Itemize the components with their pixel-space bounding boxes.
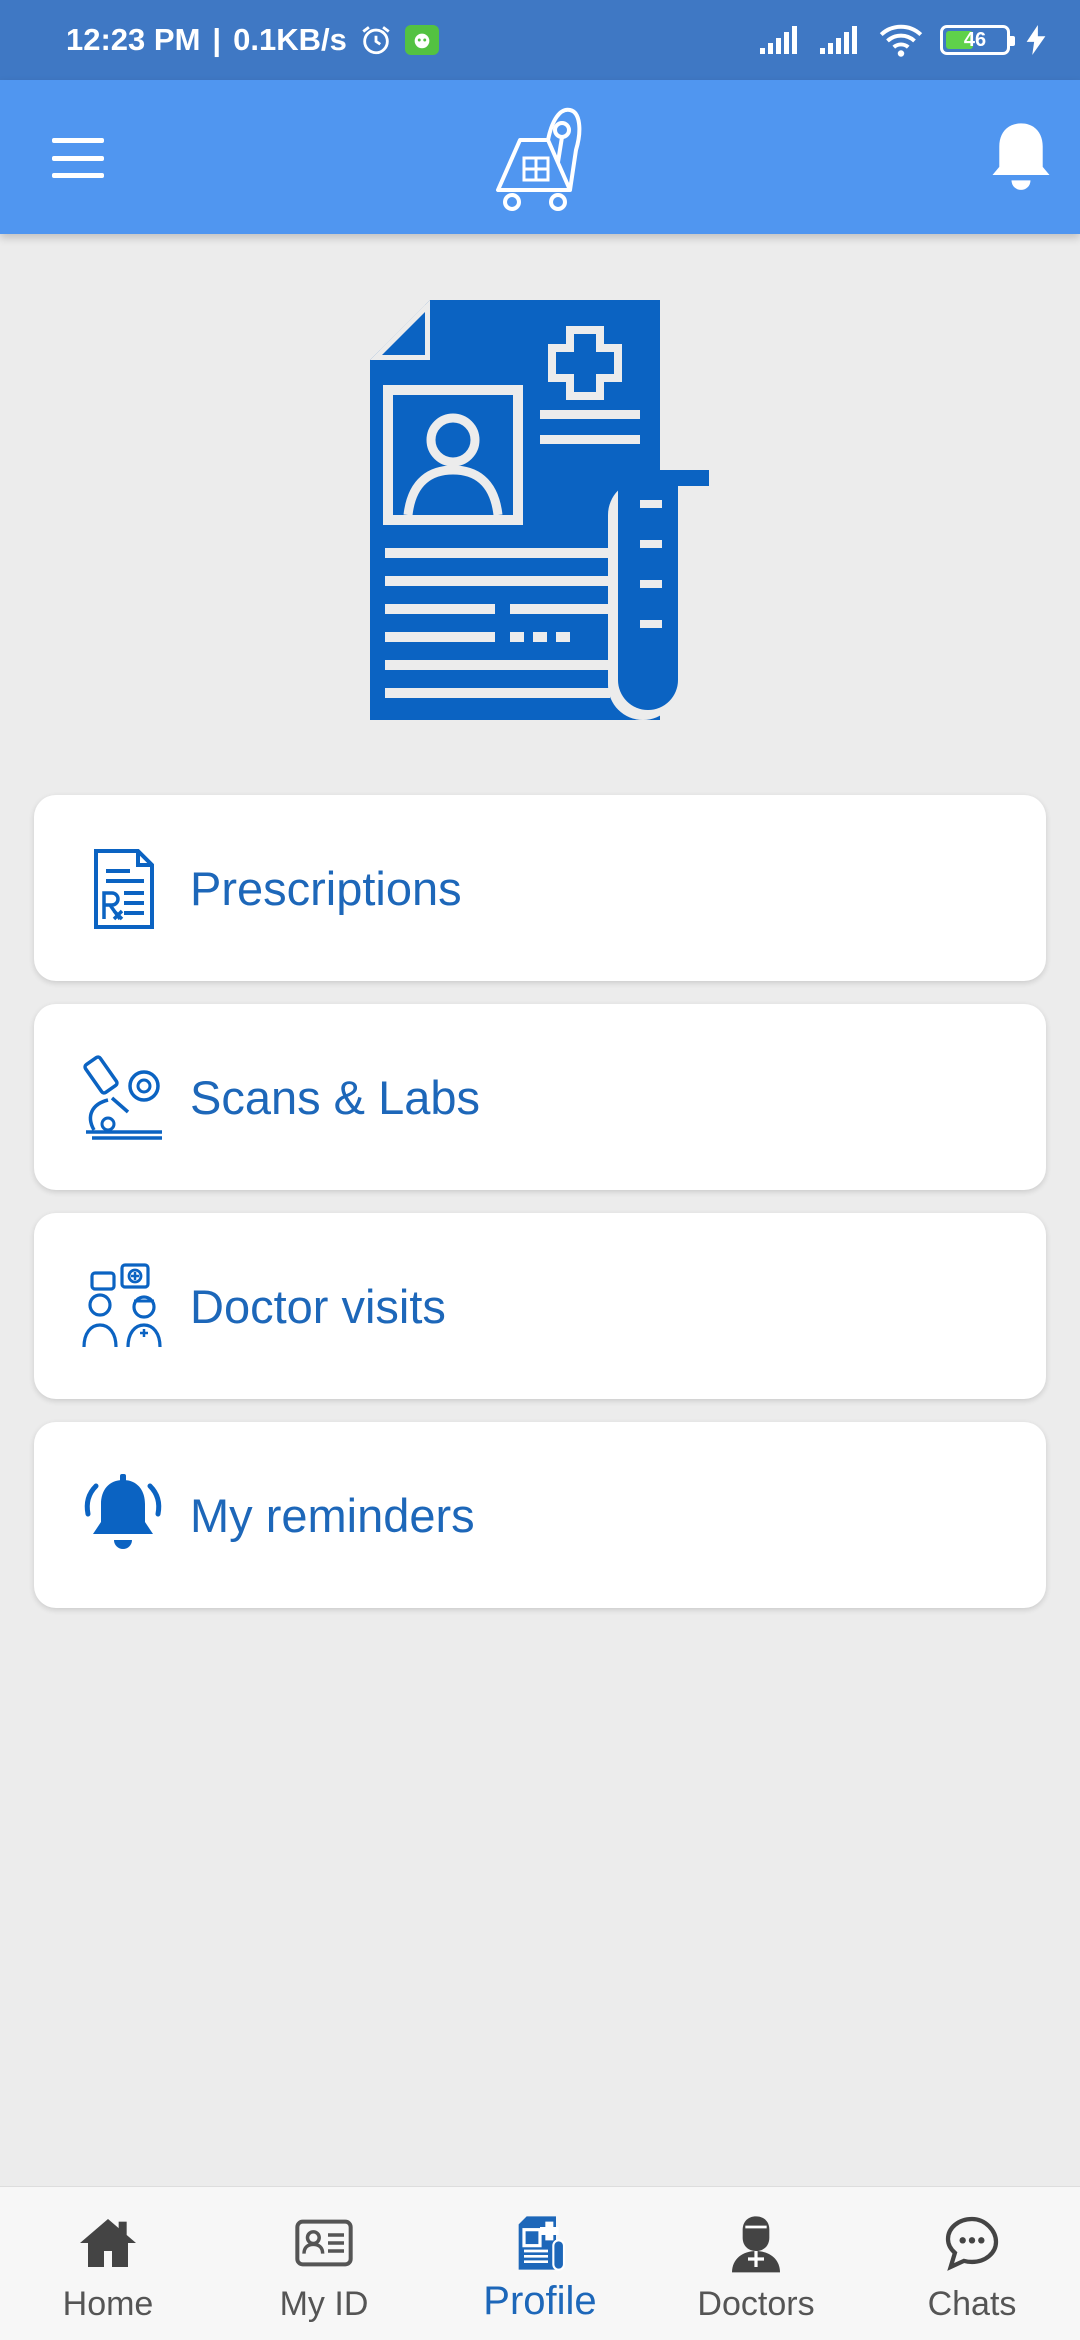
doctor-icon: [732, 2216, 780, 2273]
nav-label-profile: Profile: [483, 2279, 597, 2323]
menu-label-my-reminders: My reminders: [190, 1488, 475, 1542]
ringing-bell-icon: [84, 1474, 162, 1549]
menu-label-prescriptions: Prescriptions: [190, 861, 462, 915]
status-time: 12:23 PM: [66, 22, 201, 57]
status-right: 46: [758, 22, 1046, 58]
menu-card-scans-labs[interactable]: Scans & Labs: [34, 1004, 1046, 1190]
microscope-icon: [83, 1055, 162, 1140]
ambulance-logo-icon: [496, 107, 582, 211]
chat-bubbles-icon: [945, 2216, 999, 2271]
status-left: 12:23 PM | 0.1KB/s: [66, 22, 439, 58]
charging-icon: [1026, 25, 1046, 55]
hamburger-menu-icon[interactable]: [40, 128, 116, 188]
alarm-icon: [362, 26, 390, 55]
menu-card-doctor-visits[interactable]: Doctor visits: [34, 1213, 1046, 1399]
status-speed: 0.1KB/s: [233, 22, 347, 57]
signal-icon: [760, 26, 797, 54]
doctors-consult-icon: [82, 1263, 162, 1348]
nav-item-my-id[interactable]: My ID: [216, 2187, 432, 2340]
battery-icon: 46: [940, 25, 1015, 55]
bottom-nav: Home My ID Profile Doctors Chats: [0, 2186, 1080, 2340]
menu-label-doctor-visits: Doctor visits: [190, 1279, 446, 1333]
medical-record-icon: [370, 300, 709, 720]
nav-item-chats[interactable]: Chats: [864, 2187, 1080, 2340]
nav-label-chats: Chats: [927, 2285, 1017, 2323]
battery-level: 46: [963, 28, 987, 51]
menu-card-prescriptions[interactable]: Prescriptions: [34, 795, 1046, 981]
prescription-icon: [94, 849, 154, 929]
nav-item-profile[interactable]: Profile: [432, 2187, 648, 2340]
status-bar: 12:23 PM | 0.1KB/s 46: [0, 0, 1080, 80]
menu-card-my-reminders[interactable]: My reminders: [34, 1422, 1046, 1608]
nav-label-home: Home: [62, 2285, 154, 2323]
nav-item-home[interactable]: Home: [0, 2187, 216, 2340]
status-separator: |: [212, 22, 222, 57]
home-icon: [80, 2219, 136, 2267]
signal-icon: [820, 26, 857, 54]
menu-label-scans-labs: Scans & Labs: [190, 1070, 481, 1124]
app-bar: [0, 80, 1080, 234]
nav-label-doctors: Doctors: [697, 2285, 815, 2323]
nav-item-doctors[interactable]: Doctors: [648, 2187, 864, 2340]
wifi-icon: [879, 24, 923, 57]
app-notification-icon: [404, 25, 439, 55]
bell-icon[interactable]: [988, 118, 1054, 194]
medical-profile-icon: [518, 2216, 566, 2271]
id-card-icon: [295, 2219, 353, 2267]
nav-label-my-id: My ID: [279, 2285, 369, 2323]
